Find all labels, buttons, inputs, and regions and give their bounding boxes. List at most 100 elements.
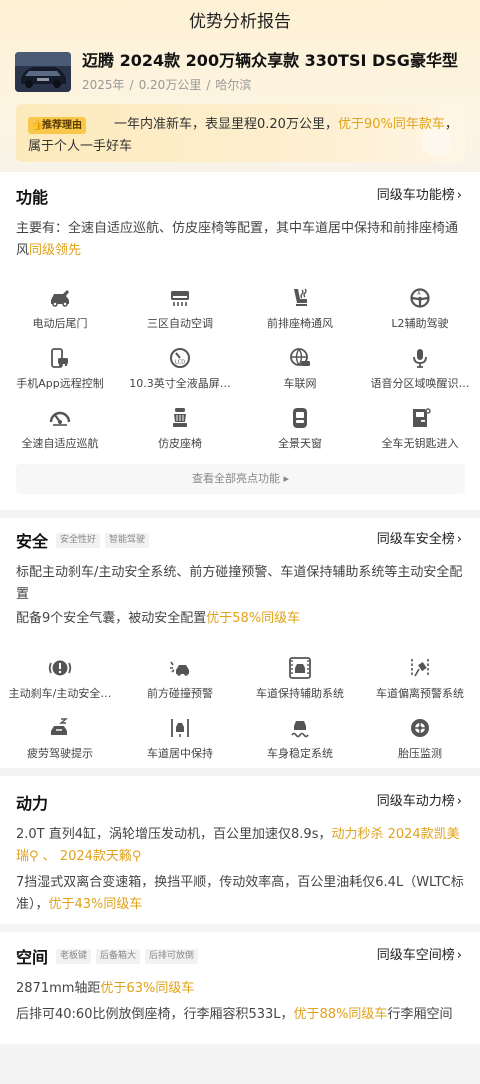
view-all-features-button[interactable]: 查看全部亮点功能 ▸: [16, 464, 465, 494]
car-image-icon: [15, 52, 71, 92]
speedometer-icon: [46, 404, 74, 432]
power-rank-label: 同级车动力榜: [376, 794, 455, 809]
function-desc: 主要有：全速自适应巡航、仿皮座椅等配置，其中车道居中保持和前排座椅通风同级领先: [16, 218, 466, 262]
feature-label: 疲劳驾驶提示: [27, 747, 93, 760]
safety-tag: 安全性好: [56, 532, 101, 548]
space-desc-text: 后排可40:60比例放倒座椅，行李厢容积533L，: [16, 1007, 294, 1022]
view-all-label: 查看全部亮点功能: [191, 472, 280, 485]
power-compare-link[interactable]: 2024款天籁: [60, 849, 132, 864]
safety-rank-link[interactable]: 同级车安全榜 ›: [377, 530, 462, 550]
feature-item[interactable]: 手机App远程控制: [0, 340, 120, 400]
space-tag: 老板键: [56, 948, 92, 964]
globe-car-icon: [286, 344, 314, 372]
space-rank-link[interactable]: 同级车空间榜 ›: [377, 946, 462, 966]
space-desc-text: 2871mm轴距: [16, 981, 101, 996]
feature-item[interactable]: 全车无钥匙进入: [360, 400, 480, 460]
feature-label: 语音分区域唤醒识…: [370, 377, 470, 390]
space-rank-label: 同级车空间榜: [376, 948, 455, 963]
power-card: 动力 同级车动力榜 › 2.0T 直列4缸，涡轮增压发动机，百公里加速仅8.9s，…: [0, 776, 480, 924]
feature-item[interactable]: 车身稳定系统: [240, 710, 360, 770]
safety-card: 安全 安全性好 智能驾驶 同级车安全榜 › 标配主动刹车/主动安全系统、前方碰撞预…: [0, 518, 480, 768]
function-rank-label: 同级车功能榜: [376, 188, 455, 203]
feature-label: L2辅助驾驶: [391, 317, 449, 330]
svg-text:LCD: LCD: [175, 360, 185, 366]
lane-keep-icon: [286, 654, 314, 682]
page-title: 优势分析报告: [189, 12, 291, 32]
feature-label: 全速自适应巡航: [21, 437, 99, 450]
safety-head: 安全 安全性好 智能驾驶: [16, 526, 150, 554]
chevron-right-icon: ›: [456, 532, 462, 547]
feature-item[interactable]: 车道保持辅助系统: [240, 650, 360, 710]
safety-grid: 主动刹车/主动安全… 前方碰撞预警 车道保持辅助系统 车道偏离预警系统 疲劳驾驶…: [0, 650, 480, 770]
safety-title: 安全: [16, 532, 49, 551]
feature-label: 电动后尾门: [32, 317, 88, 330]
space-tag: 后排可放倒: [145, 948, 199, 964]
feature-item[interactable]: 胎压监测: [360, 710, 480, 770]
feature-item[interactable]: A L2辅助驾驶: [360, 280, 480, 340]
feature-label: 前排座椅通风: [267, 317, 333, 330]
safety-rank-label: 同级车安全榜: [376, 532, 455, 547]
search-icon: ⚲: [131, 849, 142, 864]
safety-tag: 智能驾驶: [105, 532, 150, 548]
feature-label: 车道居中保持: [147, 747, 213, 760]
svg-text:A: A: [417, 291, 421, 297]
feature-item[interactable]: 前排座椅通风: [240, 280, 360, 340]
feature-item[interactable]: LCD 10.3英寸全液晶屏…: [120, 340, 240, 400]
feature-item[interactable]: 车联网: [240, 340, 360, 400]
function-rank-link[interactable]: 同级车功能榜 ›: [377, 186, 462, 206]
seat-icon: [166, 404, 194, 432]
lcd-gauge-icon: LCD: [166, 344, 194, 372]
lane-center-icon: [166, 714, 194, 742]
sunroof-icon: [286, 404, 314, 432]
feature-label: 车身稳定系统: [267, 747, 333, 760]
safety-desc-1: 标配主动刹车/主动安全系统、前方碰撞预警、车道保持辅助系统等主动安全配置: [16, 565, 463, 602]
car-meta: 2025年 / 0.20万公里 / 哈尔滨: [82, 76, 251, 94]
steering-icon: A: [406, 284, 434, 312]
feature-item[interactable]: 疲劳驾驶提示: [0, 710, 120, 770]
recommend-badge: 👍推荐理由: [28, 117, 86, 134]
feature-item[interactable]: 三区自动空调: [120, 280, 240, 340]
safety-desc-2: 配备9个安全气囊，被动安全配置优于58%同级车: [16, 608, 466, 630]
space-tag: 后备箱大: [96, 948, 141, 964]
feature-item[interactable]: 全景天窗: [240, 400, 360, 460]
function-head: 功能: [16, 182, 48, 210]
reason-text-a: 一年内准新车，表显里程0.20万公里，: [114, 117, 338, 132]
phone-car-icon: [46, 344, 74, 372]
power-desc-1: 2.0T 直列4缸，涡轮增压发动机，百公里加速仅8.9s，动力秒杀 2024款凯…: [16, 824, 466, 868]
fatigue-icon: [46, 714, 74, 742]
feature-item[interactable]: 车道居中保持: [120, 710, 240, 770]
lane-depart-icon: [406, 654, 434, 682]
feature-item[interactable]: 前方碰撞预警: [120, 650, 240, 710]
search-icon: ⚲: [29, 849, 39, 864]
space-desc-highlight: 优于63%同级车: [100, 981, 195, 996]
feature-item[interactable]: 车道偏离预警系统: [360, 650, 480, 710]
seat-vent-icon: [286, 284, 314, 312]
space-card: 空间 老板键 后备箱大 后排可放倒 同级车空间榜 › 2871mm轴距优于63%同…: [0, 932, 480, 1044]
space-head: 空间 老板键 后备箱大 后排可放倒: [16, 942, 199, 970]
car-thumbnail[interactable]: [15, 52, 71, 92]
space-title: 空间: [16, 948, 49, 967]
feature-item[interactable]: 电动后尾门: [0, 280, 120, 340]
car-title: 迈腾 2024款 200万辆众享款 330TSI DSG豪华型: [82, 51, 458, 70]
power-rank-link[interactable]: 同级车动力榜 ›: [377, 792, 462, 812]
feature-item[interactable]: 仿皮座椅: [120, 400, 240, 460]
brake-warning-icon: [46, 654, 74, 682]
feature-label: 车道保持辅助系统: [256, 687, 344, 700]
feature-label: 车联网: [283, 377, 317, 390]
feature-label: 主动刹车/主动安全…: [8, 687, 112, 700]
power-desc-2: 7挡湿式双离合变速箱，换挡平顺，传动效率高，百公里油耗仅6.4L（WLTC标准）…: [16, 872, 466, 916]
tire-icon: [406, 714, 434, 742]
power-head: 动力: [16, 788, 48, 816]
space-desc-highlight: 优于88%同级车: [293, 1007, 388, 1022]
feature-item[interactable]: 主动刹车/主动安全…: [0, 650, 120, 710]
chevron-right-icon: ›: [456, 948, 462, 963]
feature-item[interactable]: 全速自适应巡航: [0, 400, 120, 460]
badge-label: 推荐理由: [42, 120, 82, 131]
feature-label: 车道偏离预警系统: [376, 687, 464, 700]
feature-item[interactable]: 语音分区域唤醒识…: [360, 340, 480, 400]
collision-icon: [166, 654, 194, 682]
chevron-right-icon: ›: [456, 794, 462, 809]
chevron-right-icon: ›: [456, 188, 462, 203]
power-desc-text: 2.0T 直列4缸，涡轮增压发动机，百公里加速仅8.9s，: [16, 827, 332, 842]
function-grid: 电动后尾门 三区自动空调 前排座椅通风 A L2辅助驾驶 手机App远程控制 L…: [0, 280, 480, 460]
